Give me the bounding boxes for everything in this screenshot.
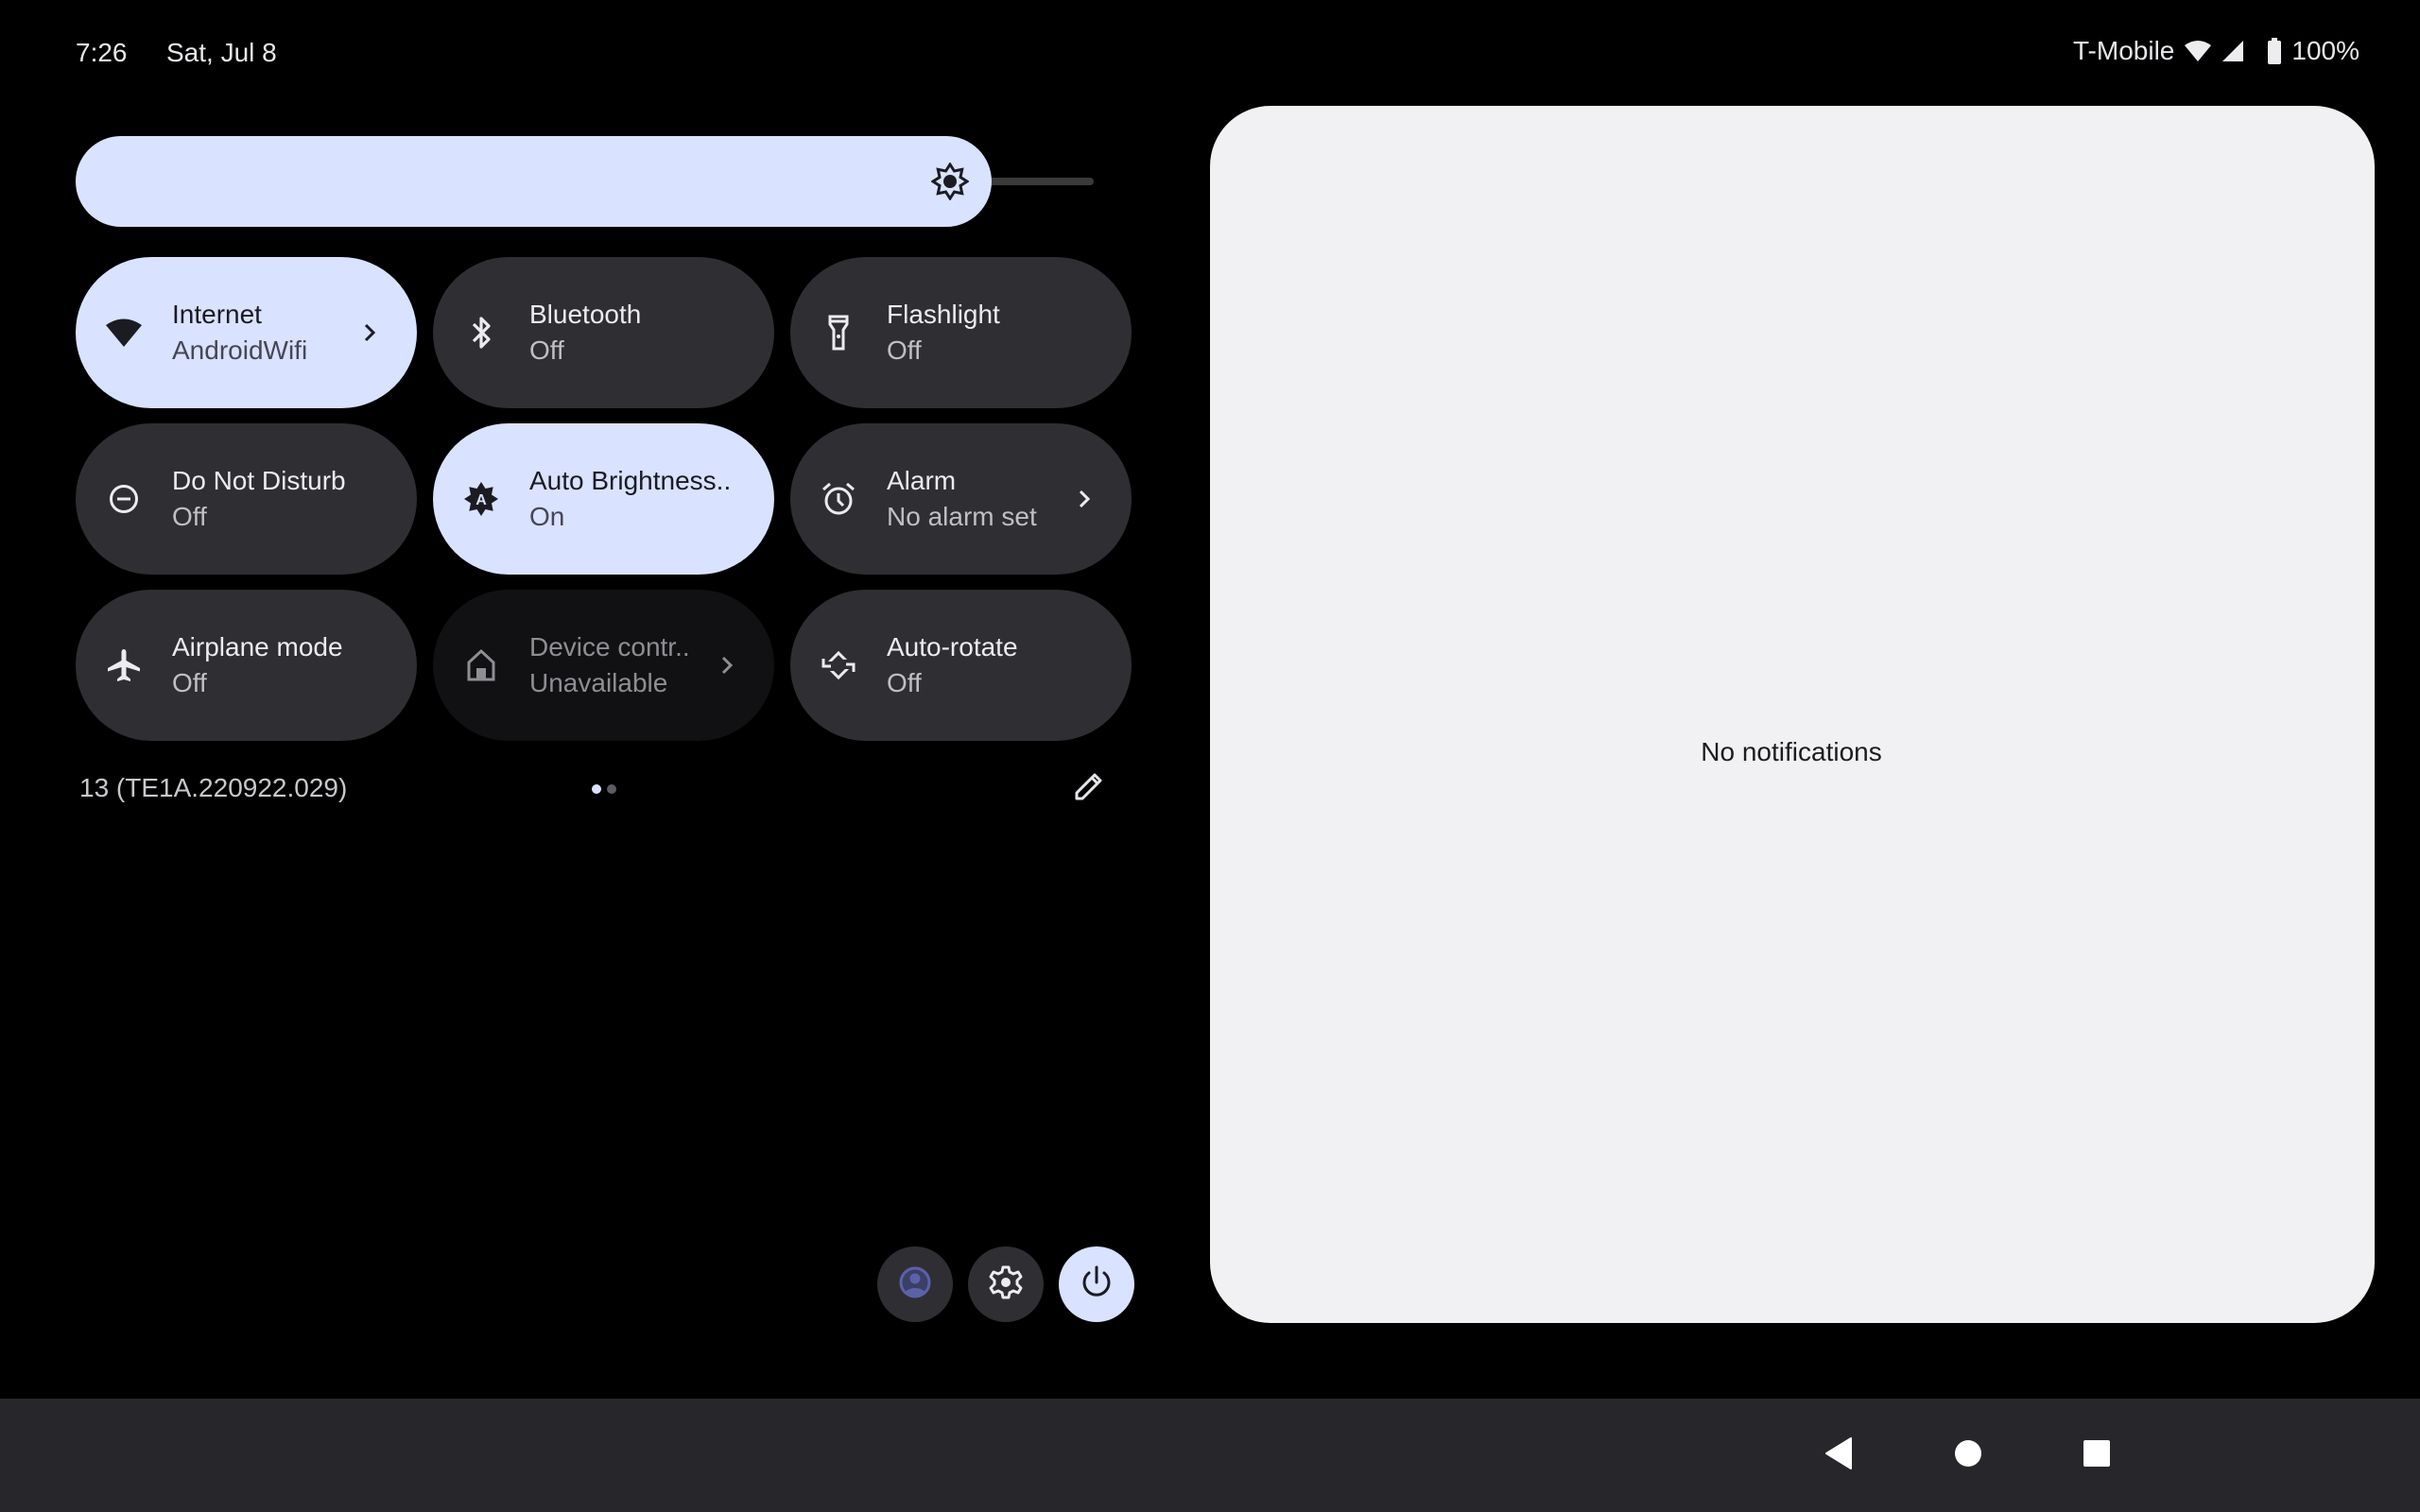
recents-button[interactable] (2059, 1418, 2135, 1493)
gear-icon (988, 1264, 1024, 1305)
tile-device-controls[interactable]: Device contr.. Unavailable (433, 590, 774, 741)
date: Sat, Jul 8 (166, 38, 277, 67)
tile-state: On (529, 502, 565, 531)
power-button[interactable] (1059, 1246, 1134, 1322)
carrier-name: T-Mobile (2073, 36, 2175, 65)
page-dot-2 (607, 784, 616, 794)
airplane-icon (104, 645, 144, 685)
tile-label: Auto Brightness.. (529, 466, 732, 495)
auto-brightness-icon: A (461, 479, 501, 519)
battery-percent: 100% (2291, 36, 2360, 65)
tile-label: Auto-rotate (887, 632, 1018, 662)
tile-state: Unavailable (529, 668, 668, 697)
back-icon (1824, 1436, 1853, 1474)
brightness-fill[interactable] (76, 136, 992, 227)
chevron-right-icon (712, 650, 742, 680)
tile-label: Internet (172, 300, 262, 329)
bluetooth-icon (461, 313, 501, 352)
page-indicator (592, 784, 616, 794)
brightness-icon (930, 162, 970, 201)
navigation-bar (0, 1399, 2420, 1512)
tile-auto-rotate[interactable]: Auto-rotate Off (790, 590, 1132, 741)
tile-label: Airplane mode (172, 632, 343, 662)
tile-label: Flashlight (887, 300, 1000, 329)
qs-footer: 13 (TE1A.220922.029) (76, 764, 1132, 813)
clock: 7:26 (76, 38, 128, 67)
build-number[interactable]: 13 (TE1A.220922.029) (79, 773, 347, 803)
tile-flashlight[interactable]: Flashlight Off (790, 257, 1132, 408)
chevron-right-icon (1069, 484, 1099, 514)
home-button[interactable] (1930, 1418, 2006, 1493)
user-icon (898, 1265, 932, 1304)
settings-button[interactable] (968, 1246, 1044, 1322)
status-icons: T-Mobile 100% (2073, 36, 2360, 66)
back-button[interactable] (1801, 1418, 1876, 1493)
tile-label: Bluetooth (529, 300, 642, 329)
page-dot-1 (592, 784, 601, 794)
tile-label: Device contr.. (529, 632, 690, 662)
tile-label: Alarm (887, 466, 957, 495)
battery-icon (2267, 38, 2282, 64)
tile-do-not-disturb[interactable]: Do Not Disturb Off (76, 423, 417, 575)
svg-text:A: A (475, 492, 487, 508)
tile-alarm[interactable]: Alarm No alarm set (790, 423, 1132, 575)
edit-button[interactable] (1064, 764, 1114, 813)
user-switcher-button[interactable] (877, 1246, 953, 1322)
chevron-right-icon (354, 318, 385, 348)
power-icon (1079, 1264, 1115, 1305)
tile-state: Off (887, 335, 922, 365)
no-notifications-text: No notifications (1701, 737, 1882, 766)
do-not-disturb-icon (104, 479, 144, 519)
wifi-icon (2184, 39, 2212, 63)
tile-label: Do Not Disturb (172, 466, 346, 495)
tile-bluetooth[interactable]: Bluetooth Off (433, 257, 774, 408)
notification-panel: No notifications (1210, 106, 2375, 1323)
pencil-icon (1072, 769, 1106, 808)
tile-state: Off (172, 668, 207, 697)
wifi-icon (104, 313, 144, 352)
tile-state: Off (529, 335, 564, 365)
quick-settings-grid: Internet AndroidWifi Bluetooth Off Flashli… (76, 257, 1132, 741)
home-icon (461, 645, 501, 685)
home-circle-icon (1954, 1439, 1982, 1472)
status-bar: 7:26 Sat, Jul 8 T-Mobile 100% (0, 0, 2420, 106)
tile-state: Off (172, 502, 207, 531)
tile-auto-brightness[interactable]: A Auto Brightness.. On (433, 423, 774, 575)
tile-state: AndroidWifi (172, 335, 308, 365)
tile-internet[interactable]: Internet AndroidWifi (76, 257, 417, 408)
tile-state: No alarm set (887, 502, 1037, 531)
cellular-signal-icon (2221, 40, 2244, 62)
flashlight-icon (819, 313, 858, 352)
auto-rotate-icon (819, 645, 858, 685)
tile-state: Off (887, 668, 922, 697)
brightness-slider[interactable] (76, 136, 1094, 227)
recents-icon (2083, 1439, 2111, 1472)
alarm-icon (819, 479, 858, 519)
tile-airplane-mode[interactable]: Airplane mode Off (76, 590, 417, 741)
